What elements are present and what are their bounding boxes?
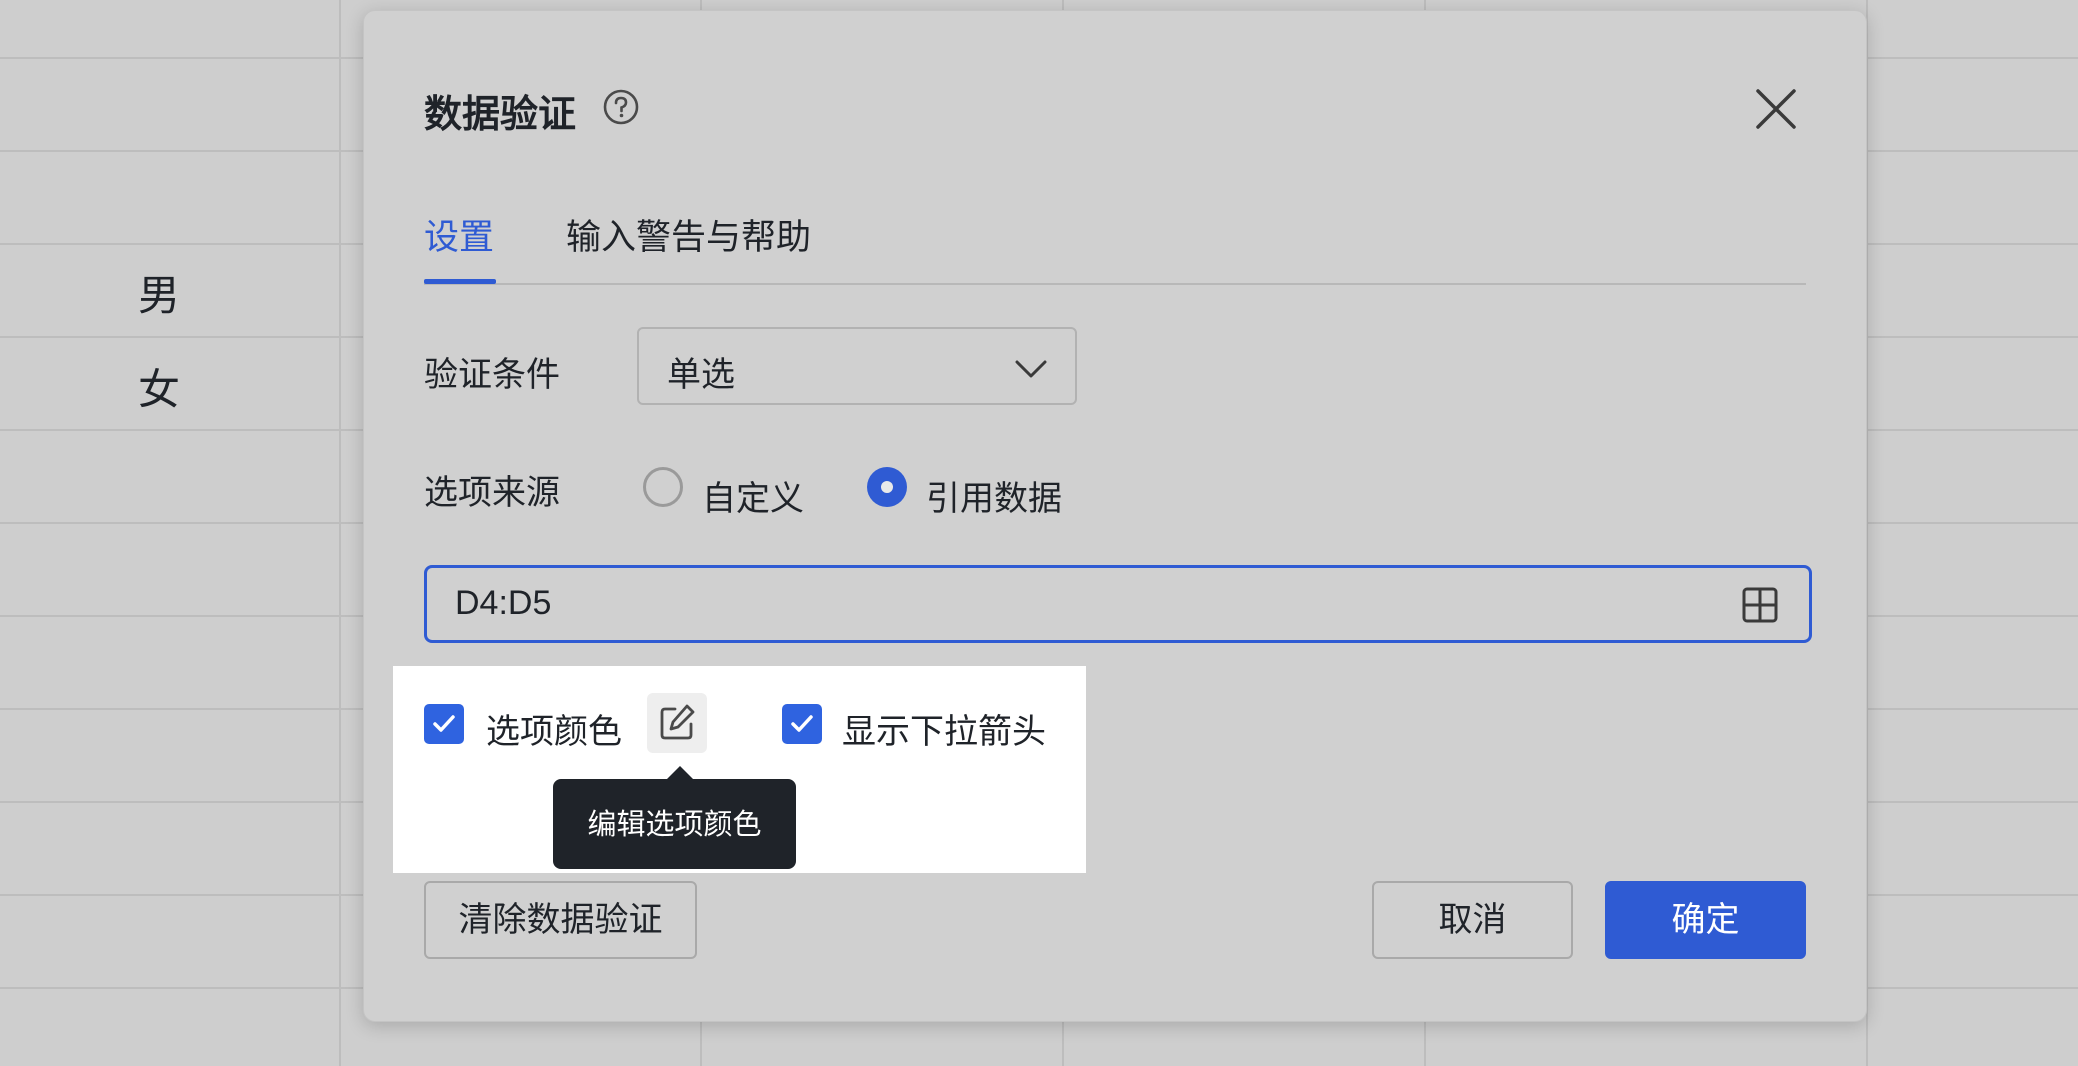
active-tab-indicator	[424, 279, 496, 284]
cell-value[interactable]: 女	[138, 356, 180, 417]
condition-label: 验证条件	[424, 355, 560, 395]
cell-value[interactable]: 男	[138, 262, 180, 323]
cancel-button[interactable]: 取消	[1372, 881, 1573, 959]
radio-custom-label[interactable]: 自定义	[702, 471, 804, 520]
condition-select-value: 单选	[667, 355, 735, 395]
show-arrow-checkbox[interactable]	[782, 704, 822, 744]
show-arrow-label[interactable]: 显示下拉箭头	[842, 704, 1046, 753]
edit-color-tooltip: 编辑选项颜色	[553, 779, 796, 869]
grid-col-line	[339, 0, 341, 1066]
condition-select[interactable]: 单选	[637, 327, 1077, 405]
edit-icon	[660, 704, 695, 740]
checkmark-icon	[791, 715, 813, 732]
range-input[interactable]: D4:D5	[424, 565, 1812, 643]
tab-settings[interactable]: 设置	[424, 209, 494, 260]
option-color-checkbox[interactable]	[424, 704, 464, 744]
source-label: 选项来源	[424, 473, 560, 513]
chevron-down-icon	[1015, 360, 1047, 378]
edit-option-color-button[interactable]	[647, 693, 707, 753]
close-icon[interactable]	[1748, 81, 1804, 137]
tab-input-warning-help[interactable]: 输入警告与帮助	[566, 209, 811, 260]
tooltip-arrow	[666, 766, 694, 780]
dialog-title: 数据验证	[424, 92, 577, 136]
radio-reference-data[interactable]	[867, 467, 907, 507]
clear-validation-button[interactable]: 清除数据验证	[424, 881, 697, 959]
option-color-label[interactable]: 选项颜色	[486, 704, 622, 753]
checkmark-icon	[433, 715, 455, 732]
tab-divider	[424, 283, 1806, 285]
confirm-button[interactable]: 确定	[1605, 881, 1806, 959]
radio-reference-data-label[interactable]: 引用数据	[926, 471, 1062, 520]
select-range-icon[interactable]	[1741, 586, 1779, 624]
radio-custom[interactable]	[643, 467, 683, 507]
help-icon[interactable]	[601, 87, 641, 127]
range-input-value: D4:D5	[455, 584, 552, 622]
